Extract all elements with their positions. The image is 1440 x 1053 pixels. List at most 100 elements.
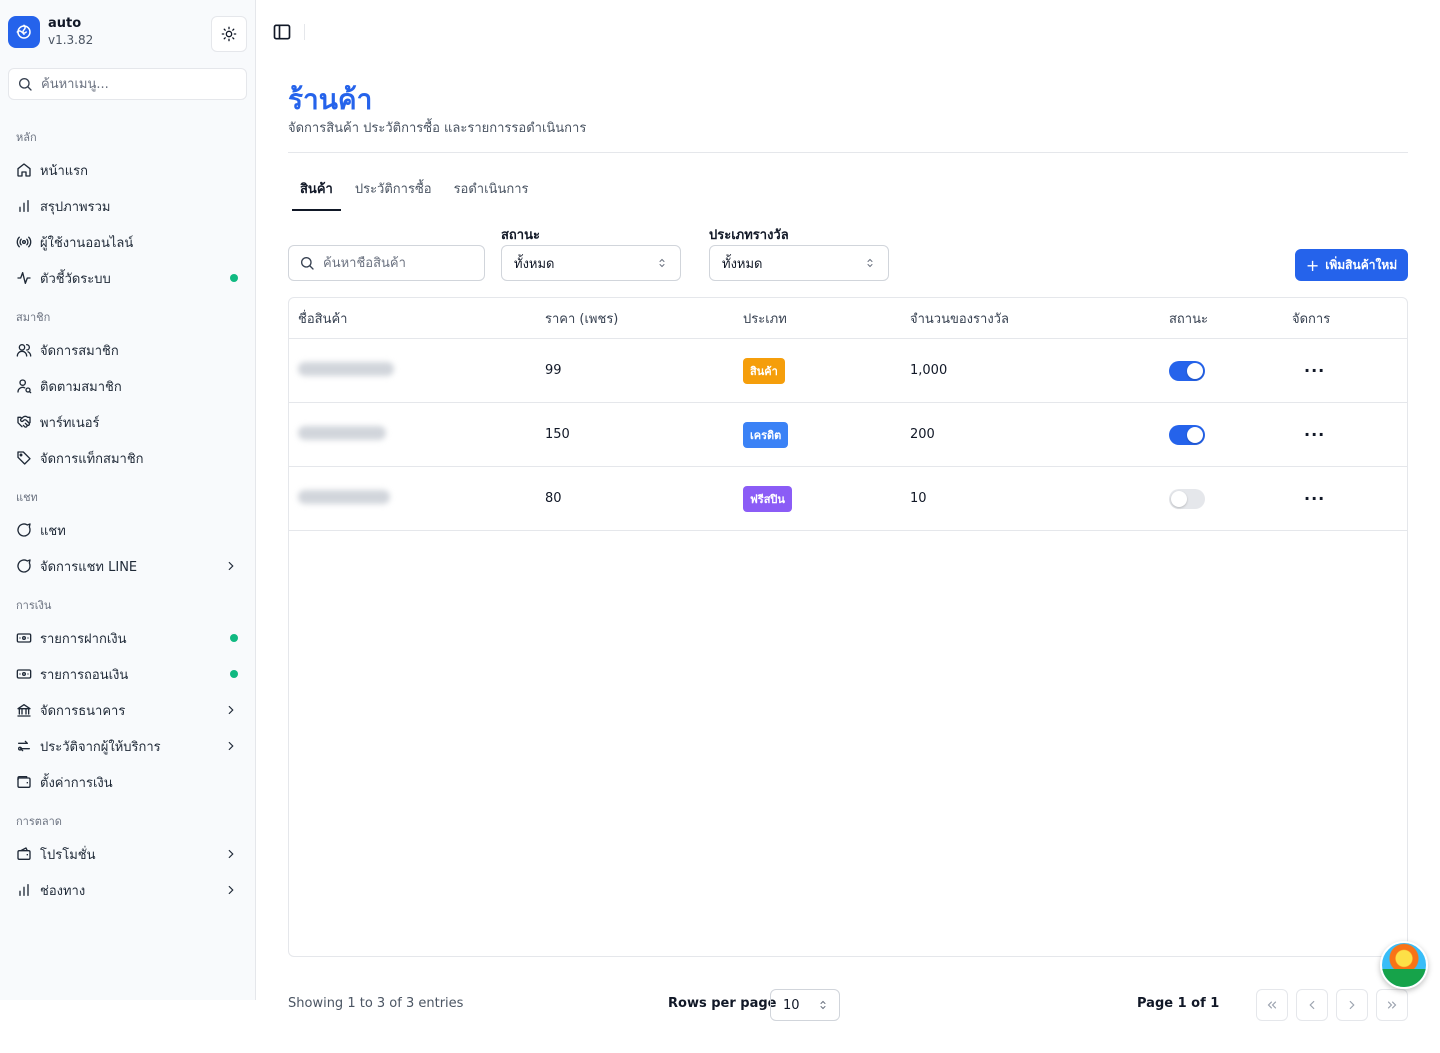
column-header-name[interactable]: ชื่อสินค้า [289, 308, 545, 329]
chevrons-left-icon [1267, 1001, 1277, 1009]
nav-section-label: แชท [16, 491, 38, 504]
type-badge: เครดิต [743, 421, 789, 448]
reward-type-filter-value: ทั้งหมด [722, 256, 763, 272]
sidebar-item-track-members[interactable]: ติดตามสมาชิก [0, 368, 256, 404]
sidebar-item-banks[interactable]: จัดการธนาคาร [0, 692, 256, 728]
toggle-knob [1187, 426, 1203, 443]
status-toggle[interactable] [1169, 424, 1205, 445]
reward-type-filter-select[interactable]: ทั้งหมด [709, 245, 889, 281]
sidebar-item-home[interactable]: หน้าแรก [0, 152, 256, 188]
status-toggle[interactable] [1169, 488, 1205, 509]
chevron-updown-icon [820, 1000, 826, 1010]
toggle-knob [1171, 490, 1187, 507]
status-filter-select[interactable]: ทั้งหมด [501, 245, 681, 281]
table-header: ชื่อสินค้า ราคา (เพชร) ประเภท จำนวนของรา… [289, 298, 1407, 339]
first-page-button[interactable] [1256, 989, 1288, 1021]
column-header-actions: จัดการ [1292, 311, 1331, 327]
add-product-button[interactable]: + เพิ่มสินค้าใหม่ [1295, 249, 1408, 281]
chevron-right-icon [228, 741, 234, 751]
chevron-left-icon [1309, 1000, 1315, 1010]
sidebar-item-withdrawals[interactable]: รายการถอนเงิน [0, 656, 256, 692]
users-icon [16, 342, 32, 358]
tag-icon [16, 450, 32, 466]
product-search [288, 245, 485, 281]
menu-search-input[interactable] [41, 76, 231, 92]
previous-page-button[interactable] [1296, 989, 1328, 1021]
product-name-redacted [298, 361, 394, 376]
sidebar-item-label: ตัวชี้วัดระบบ [40, 271, 111, 287]
rows-per-page-select[interactable]: 10 [770, 989, 840, 1021]
tab-purchase-history[interactable]: ประวัติการซื้อ [347, 170, 440, 211]
chevron-right-icon [228, 885, 234, 895]
status-dot [230, 634, 238, 642]
sidebar-item-label: พาร์ทเนอร์ [40, 415, 100, 431]
column-header-type[interactable]: ประเภท [743, 308, 910, 329]
nav-section-marketing: การตลาด โปรโมชั่น ช่องทาง [0, 808, 256, 908]
sidebar-item-partners[interactable]: พาร์ทเนอร์ [0, 404, 256, 440]
nav-section-members: สมาชิก จัดการสมาชิก ติดตามสมาชิก พาร์ทเน… [0, 304, 256, 476]
sidebar-item-label: ช่องทาง [40, 883, 86, 899]
money-out-icon [16, 666, 32, 682]
chevron-updown-icon [659, 258, 665, 268]
chat-icon [16, 522, 32, 538]
sidebar-item-deposits[interactable]: รายการฝากเงิน [0, 620, 256, 656]
tab-products[interactable]: สินค้า [292, 170, 341, 211]
type-badge: สินค้า [743, 357, 785, 384]
sidebar-item-label: แชท [40, 523, 66, 539]
floating-avatar-button[interactable] [1380, 941, 1428, 989]
more-actions-icon[interactable]: ··· [1292, 489, 1325, 508]
next-page-button[interactable] [1336, 989, 1368, 1021]
sidebar-item-overview[interactable]: สรุปภาพรวม [0, 188, 256, 224]
sidebar-item-line-chat[interactable]: จัดการแชท LINE [0, 548, 256, 584]
sidebar-item-chat[interactable]: แชท [0, 512, 256, 548]
status-toggle[interactable] [1169, 360, 1205, 381]
app-name: auto [48, 16, 82, 31]
price-cell: 150 [545, 427, 570, 442]
more-actions-icon[interactable]: ··· [1292, 361, 1325, 380]
price-cell: 99 [545, 363, 562, 378]
products-table: ชื่อสินค้า ราคา (เพชร) ประเภท จำนวนของรา… [288, 297, 1408, 957]
sidebar-toggle-button[interactable] [272, 22, 292, 42]
sidebar-item-system-metrics[interactable]: ตัวชี้วัดระบบ [0, 260, 256, 296]
bar-chart-icon [16, 198, 32, 214]
bar-chart-icon [16, 882, 32, 898]
sidebar-item-label: ตั้งค่าการเงิน [40, 775, 113, 791]
theme-toggle-button[interactable] [211, 16, 247, 52]
sidebar-item-finance-settings[interactable]: ตั้งค่าการเงิน [0, 764, 256, 800]
sidebar-item-promotions[interactable]: โปรโมชั่น [0, 836, 256, 872]
quantity-cell: 1,000 [910, 363, 948, 378]
nav-section-main: หลัก หน้าแรก สรุปภาพรวม ผู้ใช้งานออนไลน์… [0, 124, 256, 296]
status-dot [230, 670, 238, 678]
chevron-updown-icon [867, 258, 873, 268]
nav-section-label: การเงิน [16, 599, 52, 612]
sidebar-item-channels[interactable]: ช่องทาง [0, 872, 256, 908]
tab-pending[interactable]: รอดำเนินการ [446, 170, 537, 211]
app-logo-icon [8, 16, 40, 48]
sidebar-item-online-users[interactable]: ผู้ใช้งานออนไลน์ [0, 224, 256, 260]
status-filter-label: สถานะ [501, 228, 540, 243]
page-title: ร้านค้า [288, 83, 373, 116]
chevron-right-icon [228, 705, 234, 715]
sidebar-item-member-tags[interactable]: จัดการแท็กสมาชิก [0, 440, 256, 476]
brand[interactable]: auto v1.3.82 [8, 16, 93, 48]
bank-icon [16, 702, 32, 718]
product-name-redacted [298, 425, 386, 440]
panel-left-icon [273, 24, 291, 40]
sidebar-item-label: จัดการแชท LINE [40, 559, 138, 575]
header-divider [304, 24, 305, 40]
entries-summary: Showing 1 to 3 of 3 entries [288, 996, 464, 1011]
last-page-button[interactable] [1376, 989, 1408, 1021]
sidebar-item-manage-members[interactable]: จัดการสมาชิก [0, 332, 256, 368]
product-search-input[interactable] [323, 255, 473, 271]
handshake-icon [16, 414, 32, 430]
column-header-quantity[interactable]: จำนวนของรางวัล [910, 308, 1169, 329]
column-header-price[interactable]: ราคา (เพชร) [545, 308, 743, 329]
sidebar-item-label: จัดการสมาชิก [40, 343, 119, 359]
sidebar-item-provider-history[interactable]: ประวัติจากผู้ให้บริการ [0, 728, 256, 764]
sidebar-item-label: รายการฝากเงิน [40, 631, 127, 647]
chevrons-right-icon [1387, 1001, 1397, 1009]
activity-icon [16, 270, 32, 286]
more-actions-icon[interactable]: ··· [1292, 425, 1325, 444]
column-header-status[interactable]: สถานะ [1169, 308, 1290, 329]
sidebar-item-label: จัดการแท็กสมาชิก [40, 451, 144, 467]
